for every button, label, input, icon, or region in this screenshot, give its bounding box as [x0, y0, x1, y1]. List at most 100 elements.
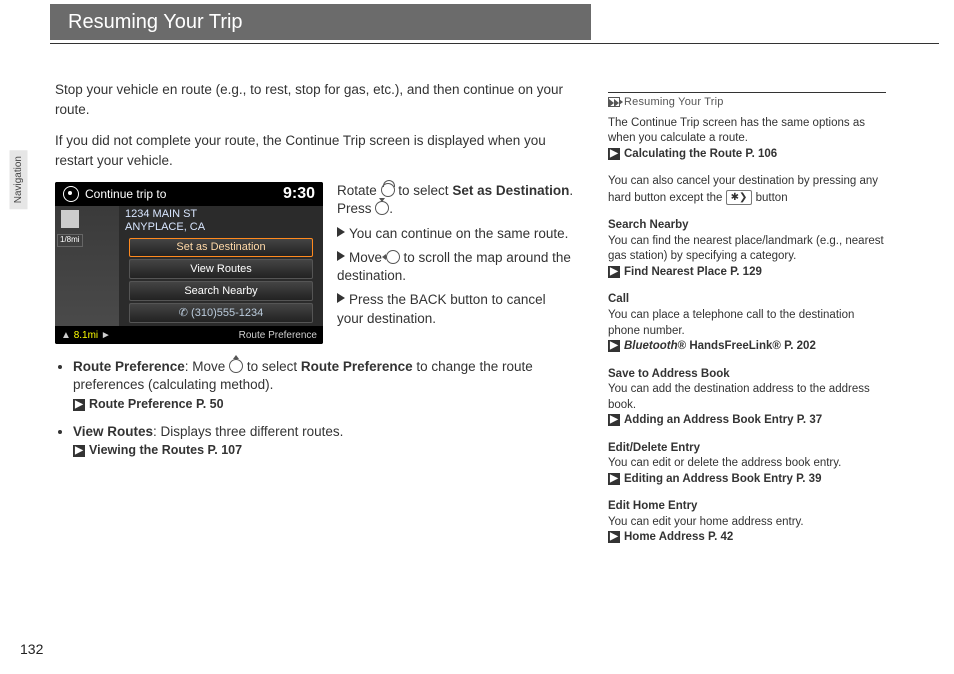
bullet-route-preference: Route Preference: Move to select Route P… — [73, 358, 575, 413]
xref-bluetooth-hfl: ▶ Bluetooth® HandsFreeLink® P. 202 — [608, 340, 816, 352]
side-block-continue-trip: The Continue Trip screen has the same op… — [608, 116, 886, 163]
xref-text-rest: ® HandsFreeLink® — [678, 340, 781, 352]
shot-title-left: Continue trip to — [63, 186, 166, 202]
shot-map: 1/8mi — [55, 206, 119, 326]
addr-line1: 1234 MAIN ST — [125, 208, 197, 220]
triangle-icon — [337, 293, 345, 303]
xref-text: Calculating the Route — [624, 148, 742, 160]
side-block-search-nearby: Search Nearby You can find the nearest p… — [608, 218, 886, 280]
joystick-icon — [386, 250, 400, 264]
main-column: Stop your vehicle en route (e.g., to res… — [55, 80, 575, 469]
shot-btn-search-nearby: Search Nearby — [129, 281, 313, 301]
shot-address: 1234 MAIN ST ANYPLACE, CA — [125, 208, 317, 233]
page-title: Resuming Your Trip — [50, 4, 591, 40]
xref-home-address: ▶Home Address P. 42 — [608, 531, 733, 543]
xref-find-nearest: ▶Find Nearest Place P. 129 — [608, 266, 762, 278]
side-header-text: Resuming Your Trip — [624, 95, 724, 110]
shot-distance: ▲ 8.1mi ► — [61, 329, 111, 343]
t: . — [389, 201, 393, 216]
side-rule — [608, 92, 886, 93]
map-pin-icon — [61, 210, 79, 228]
shot-titlebar: Continue trip to 9:30 — [55, 182, 323, 206]
shot-bottombar: ▲ 8.1mi ► Route Preference — [55, 326, 323, 344]
xref-icon: ▶ — [608, 148, 620, 160]
xref-route-preference: ▶Route Preference P. 50 — [73, 397, 224, 411]
t: You can edit or delete the address book … — [608, 457, 841, 469]
xref-page: P. 202 — [781, 340, 816, 352]
star-button-keycap: ✱❯ — [726, 190, 753, 206]
intro-paragraph-1: Stop your vehicle en route (e.g., to res… — [55, 80, 575, 119]
triangle-icon — [337, 227, 345, 237]
t: You can place a telephone call to the de… — [608, 309, 854, 337]
xref-icon: ▶ — [608, 340, 620, 352]
xref-page: P. 37 — [794, 414, 823, 426]
xref-text: Editing an Address Book Entry — [624, 473, 793, 485]
shot-btn-view-routes: View Routes — [129, 259, 313, 279]
shot-btn-set-destination: Set as Destination — [129, 238, 313, 258]
side-block-call: Call You can place a telephone call to t… — [608, 292, 886, 354]
triangle-icon — [337, 251, 345, 261]
title: Save to Address Book — [608, 367, 886, 383]
t: Rotate — [337, 183, 381, 198]
instruction-block: Rotate to select Set as Destination. Pre… — [337, 182, 575, 334]
shot-list: 1234 MAIN ST ANYPLACE, CA Set as Destina… — [119, 206, 323, 326]
xref-text-italic: Bluetooth — [624, 340, 678, 352]
instr-bullet-1: You can continue on the same route. — [337, 225, 575, 243]
side-block-save-address: Save to Address Book You can add the des… — [608, 367, 886, 429]
instr-bullet-3: Press the BACK button to cancel your des… — [337, 291, 575, 327]
xref-page: P. 106 — [742, 148, 777, 160]
xref-text: Viewing the Routes — [89, 443, 204, 457]
fastfwd-icon — [609, 99, 619, 107]
t: Move — [349, 250, 386, 265]
instr-bullet-2: Move to scroll the map around the destin… — [337, 249, 575, 285]
title: Call — [608, 292, 886, 308]
shot-route-pref: Route Preference — [239, 329, 317, 343]
xref-add-address: ▶ Adding an Address Book Entry P. 37 — [608, 414, 822, 426]
xref-page: P. 107 — [204, 443, 242, 457]
t: button — [756, 192, 788, 204]
side-column: Resuming Your Trip The Continue Trip scr… — [608, 92, 886, 558]
shot-body: 1/8mi 1234 MAIN ST ANYPLACE, CA Set as D… — [55, 206, 323, 326]
t: : Move — [185, 359, 229, 374]
home-icon — [63, 186, 79, 202]
header: Resuming Your Trip — [50, 4, 939, 44]
section-tab-label: Navigation — [13, 156, 24, 203]
xref-icon: ▶ — [73, 399, 85, 411]
page-title-text: Resuming Your Trip — [68, 9, 243, 36]
nav-screenshot: Continue trip to 9:30 1/8mi 1234 MAIN ST… — [55, 182, 323, 344]
side-header: Resuming Your Trip — [608, 95, 886, 110]
xref-page: P. 129 — [727, 266, 762, 278]
keycap-glyph: ✱ — [731, 192, 739, 203]
bullet-view-routes: View Routes: Displays three different ro… — [73, 423, 575, 459]
shot-phone-number: (310)555-1234 — [191, 307, 263, 319]
page-number: 132 — [20, 640, 43, 659]
xref-page: P. 39 — [793, 473, 822, 485]
title: Search Nearby — [608, 218, 886, 234]
title: Edit/Delete Entry — [608, 441, 886, 457]
xref-icon: ▶ — [608, 473, 620, 485]
xref-page: P. 42 — [705, 531, 734, 543]
t: Press the BACK button to cancel your des… — [337, 292, 546, 325]
xref-icon: ▶ — [608, 531, 620, 543]
side-block-cancel: You can also cancel your destination by … — [608, 174, 886, 206]
map-scale: 1/8mi — [57, 234, 83, 247]
xref-icon: ▶ — [608, 414, 620, 426]
t: : Displays three different routes. — [153, 424, 343, 439]
header-rule — [50, 43, 939, 44]
t: to select — [243, 359, 301, 374]
shot-clock: 9:30 — [283, 183, 315, 205]
shot-title-text: Continue trip to — [85, 186, 166, 202]
xref-text: Adding an Address Book Entry — [624, 414, 794, 426]
xref-view-routes: ▶ Viewing the Routes P. 107 — [73, 443, 242, 457]
side-block-edit-home: Edit Home Entry You can edit your home a… — [608, 499, 886, 546]
title: Edit Home Entry — [608, 499, 886, 515]
instr-rotate: Rotate to select Set as Destination. Pre… — [337, 182, 575, 218]
label: Route Preference — [73, 359, 185, 374]
section-tab: Navigation — [10, 150, 28, 209]
target: Route Preference — [301, 359, 413, 374]
label: View Routes — [73, 424, 153, 439]
xref-icon: ▶ — [608, 266, 620, 278]
shot-btn-phone: ✆ (310)555-1234 — [129, 303, 313, 323]
t: You can find the nearest place/landmark … — [608, 235, 884, 263]
xref-icon: ▶ — [73, 445, 85, 457]
